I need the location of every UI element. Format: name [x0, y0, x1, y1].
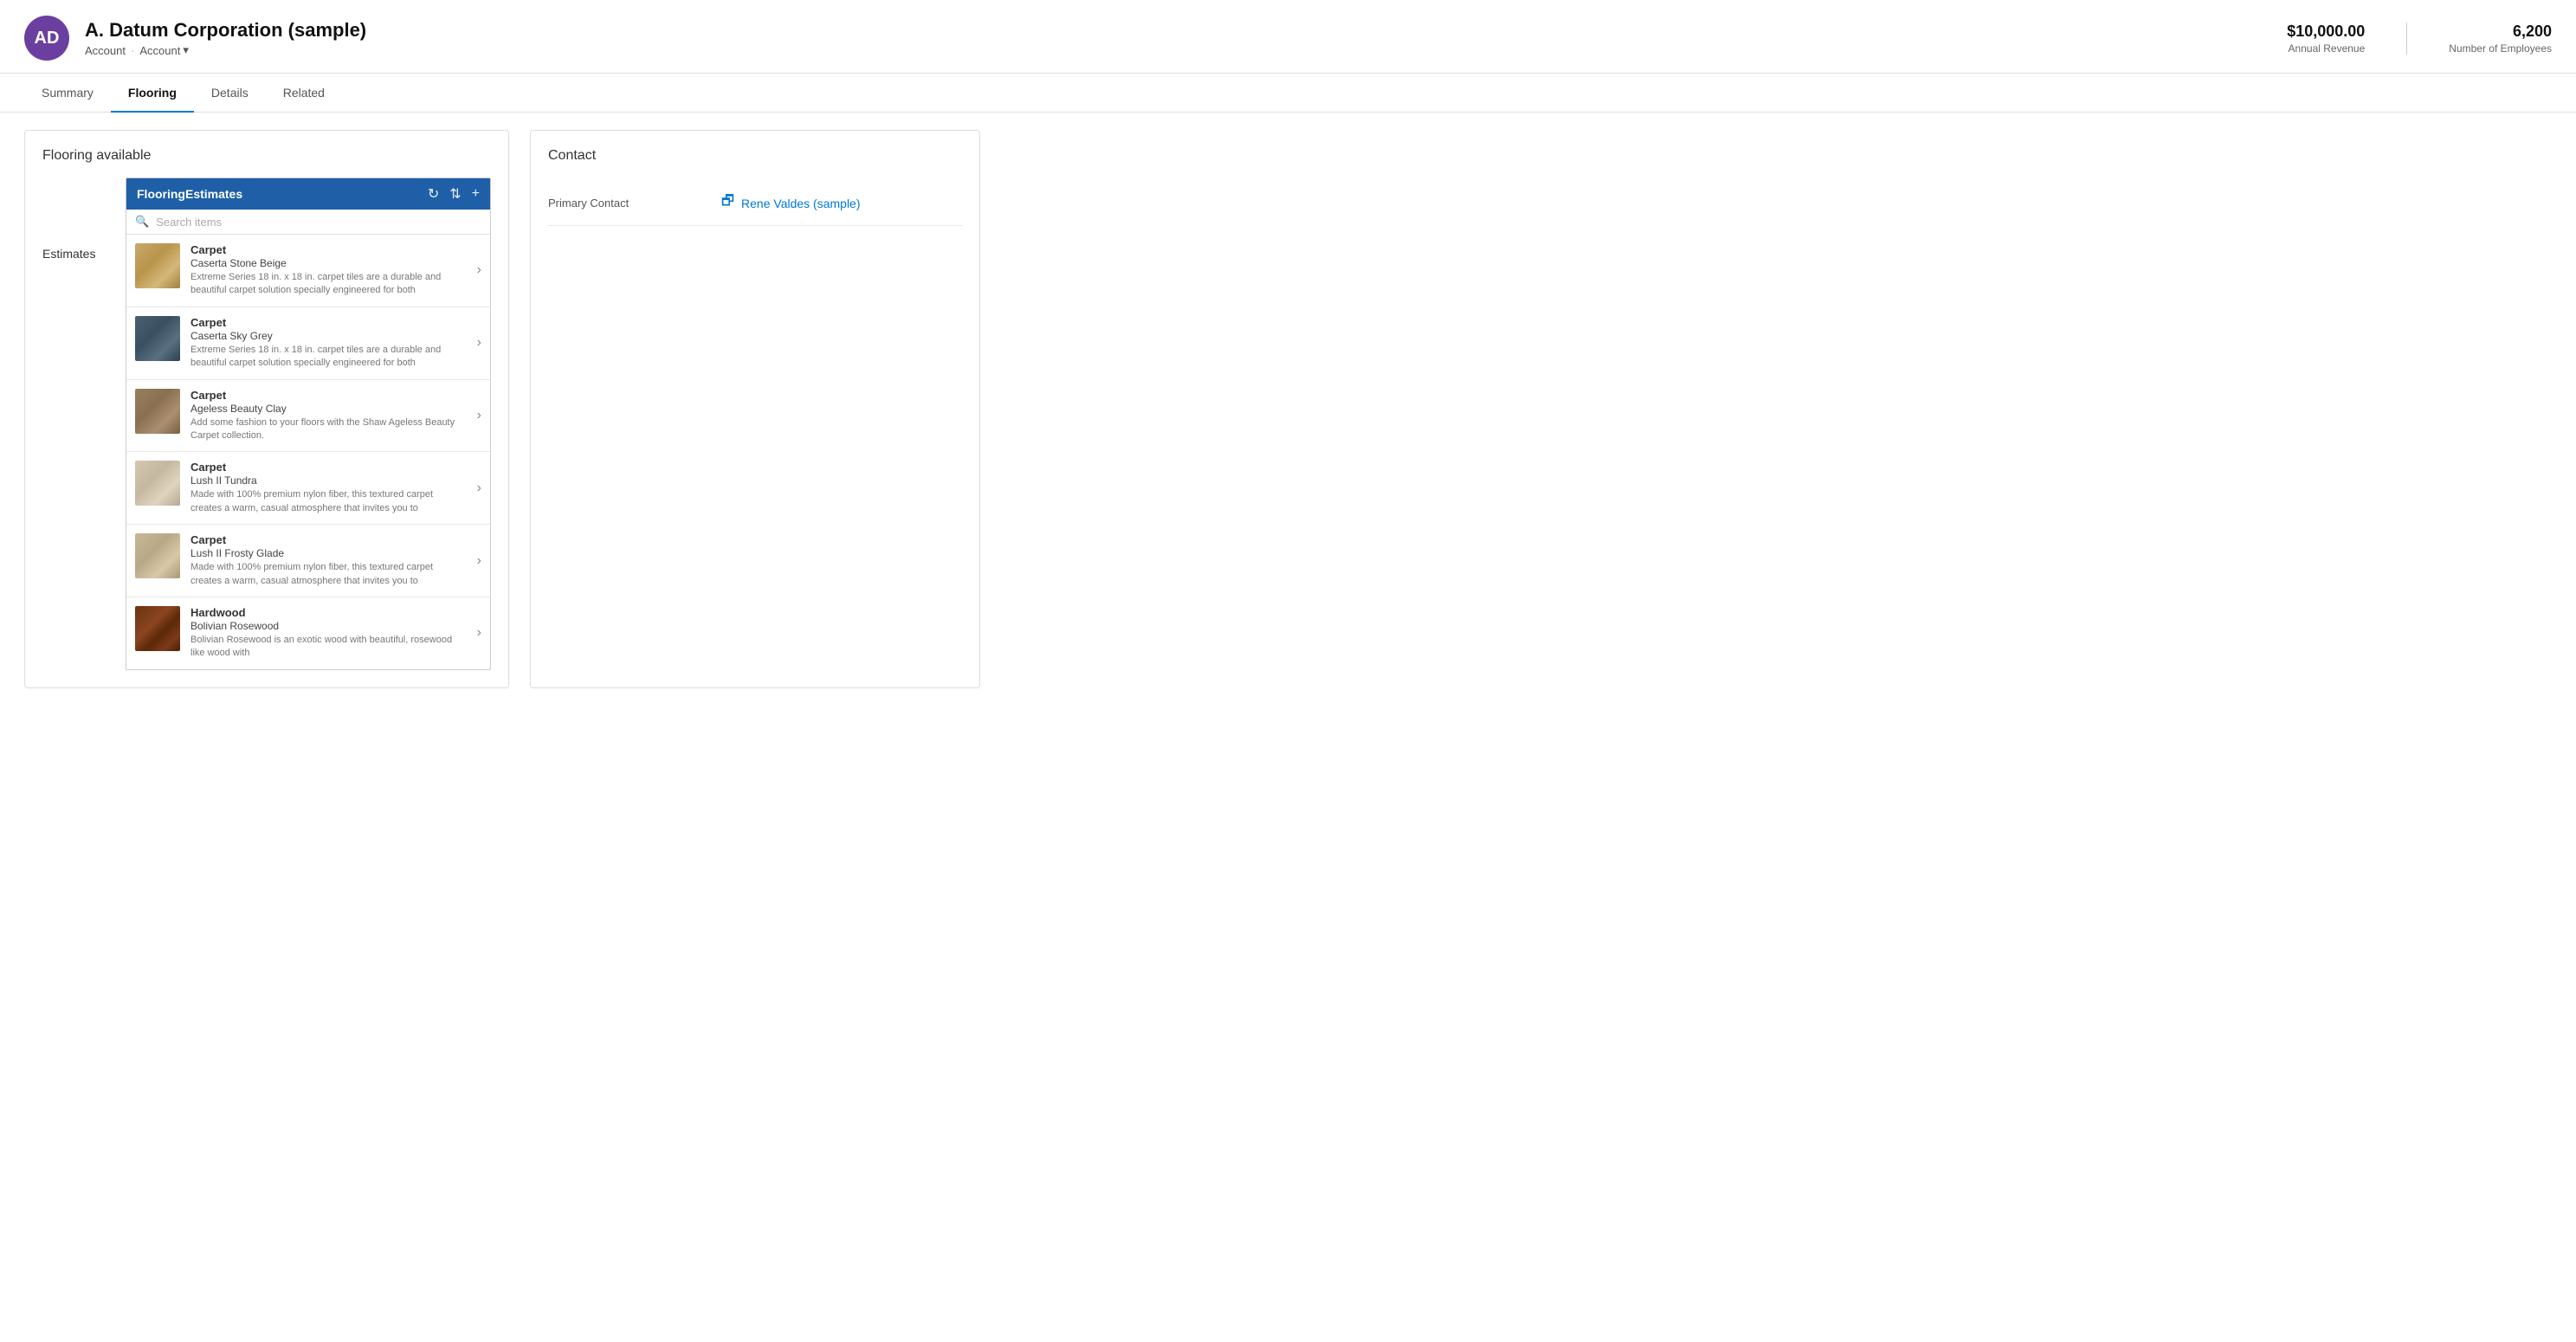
primary-contact-row: Primary Contact 🗗 Rene Valdes (sample) [548, 181, 962, 226]
item-description: Bolivian Rosewood is an exotic wood with… [190, 634, 467, 661]
tab-flooring[interactable]: Flooring [111, 74, 194, 112]
employees-label: Number of Employees [2449, 42, 2552, 55]
annual-revenue-stat: $10,000.00 Annual Revenue [2287, 23, 2365, 55]
flooring-inner: Estimates FlooringEstimates ↻ ⇅ + 🔍 [42, 177, 491, 670]
item-thumbnail [135, 461, 180, 506]
flooring-list-item[interactable]: Carpet Lush II Frosty Glade Made with 10… [126, 525, 490, 597]
item-name: Lush II Tundra [190, 474, 467, 487]
company-name: A. Datum Corporation (sample) [85, 19, 366, 42]
item-category: Carpet [190, 316, 467, 329]
item-description: Made with 100% premium nylon fiber, this… [190, 561, 467, 588]
thumbnail-image [135, 461, 180, 506]
avatar: AD [24, 16, 69, 61]
thumbnail-image [135, 533, 180, 578]
item-category: Hardwood [190, 606, 467, 619]
primary-contact-name: Rene Valdes (sample) [741, 197, 860, 210]
item-thumbnail [135, 533, 180, 578]
sort-icon[interactable]: ⇅ [449, 185, 461, 203]
flooring-list-item[interactable]: Carpet Ageless Beauty Clay Add some fash… [126, 380, 490, 453]
chevron-right-icon: › [477, 461, 481, 515]
add-icon[interactable]: + [472, 186, 480, 202]
chevron-right-icon: › [477, 606, 481, 661]
tab-details[interactable]: Details [194, 74, 266, 112]
search-icon: 🔍 [135, 215, 149, 229]
flooring-list-item[interactable]: Carpet Lush II Tundra Made with 100% pre… [126, 452, 490, 525]
chevron-right-icon: › [477, 243, 481, 298]
estimates-label: Estimates [42, 177, 112, 670]
item-content: Carpet Caserta Sky Grey Extreme Series 1… [190, 316, 467, 371]
item-content: Carpet Ageless Beauty Clay Add some fash… [190, 389, 467, 443]
chevron-down-icon: ▾ [183, 43, 189, 57]
item-thumbnail [135, 316, 180, 361]
item-content: Carpet Caserta Stone Beige Extreme Serie… [190, 243, 467, 298]
item-name: Caserta Sky Grey [190, 330, 467, 342]
chevron-right-icon: › [477, 533, 481, 588]
contact-panel-title: Contact [548, 148, 962, 164]
header-info: A. Datum Corporation (sample) Account · … [85, 19, 366, 57]
item-name: Bolivian Rosewood [190, 620, 467, 632]
breadcrumb: Account · Account ▾ [85, 43, 366, 57]
employees-stat: 6,200 Number of Employees [2449, 23, 2552, 55]
item-category: Carpet [190, 389, 467, 402]
thumbnail-image [135, 389, 180, 434]
list-header-bar: FlooringEstimates ↻ ⇅ + [126, 178, 490, 210]
search-bar: 🔍 [126, 210, 490, 235]
primary-contact-value[interactable]: 🗗 Rene Valdes (sample) [721, 191, 861, 215]
item-description: Add some fashion to your floors with the… [190, 416, 467, 443]
flooring-list-item[interactable]: Carpet Caserta Stone Beige Extreme Serie… [126, 235, 490, 307]
thumbnail-image [135, 316, 180, 361]
item-description: Extreme Series 18 in. x 18 in. carpet ti… [190, 271, 467, 298]
tab-summary[interactable]: Summary [24, 74, 111, 112]
item-category: Carpet [190, 533, 467, 546]
breadcrumb-account1[interactable]: Account [85, 44, 126, 57]
thumbnail-image [135, 243, 180, 288]
flooring-list-item[interactable]: Carpet Caserta Sky Grey Extreme Series 1… [126, 307, 490, 380]
breadcrumb-dot: · [131, 44, 134, 57]
flooring-list-container: FlooringEstimates ↻ ⇅ + 🔍 [126, 177, 491, 670]
flooring-list-item[interactable]: Hardwood Bolivian Rosewood Bolivian Rose… [126, 597, 490, 669]
item-thumbnail [135, 389, 180, 434]
primary-contact-label: Primary Contact [548, 197, 721, 210]
item-description: Made with 100% premium nylon fiber, this… [190, 488, 467, 515]
item-thumbnail [135, 243, 180, 288]
stat-divider [2406, 23, 2407, 55]
item-thumbnail [135, 606, 180, 651]
item-name: Ageless Beauty Clay [190, 403, 467, 415]
contact-person-icon: 🗗 [721, 191, 734, 215]
header-stats: $10,000.00 Annual Revenue 6,200 Number o… [2287, 23, 2552, 55]
app-header: AD A. Datum Corporation (sample) Account… [0, 0, 2576, 74]
employees-value: 6,200 [2449, 23, 2552, 41]
flooring-items-list: Carpet Caserta Stone Beige Extreme Serie… [126, 235, 490, 669]
list-header-actions: ↻ ⇅ + [428, 185, 480, 203]
flooring-panel: Flooring available Estimates FlooringEst… [24, 130, 509, 688]
thumbnail-image [135, 606, 180, 651]
item-name: Lush II Frosty Glade [190, 547, 467, 559]
breadcrumb-account2[interactable]: Account ▾ [139, 43, 189, 57]
tab-bar: Summary Flooring Details Related [0, 74, 2576, 113]
item-content: Hardwood Bolivian Rosewood Bolivian Rose… [190, 606, 467, 661]
main-content: Flooring available Estimates FlooringEst… [0, 113, 2576, 706]
annual-revenue-value: $10,000.00 [2287, 23, 2365, 41]
tab-related[interactable]: Related [266, 74, 342, 112]
item-description: Extreme Series 18 in. x 18 in. carpet ti… [190, 344, 467, 371]
annual-revenue-label: Annual Revenue [2287, 42, 2365, 55]
header-left: AD A. Datum Corporation (sample) Account… [24, 16, 366, 61]
item-category: Carpet [190, 461, 467, 474]
item-content: Carpet Lush II Frosty Glade Made with 10… [190, 533, 467, 588]
chevron-right-icon: › [477, 389, 481, 443]
flooring-panel-title: Flooring available [42, 148, 491, 164]
item-content: Carpet Lush II Tundra Made with 100% pre… [190, 461, 467, 515]
search-input[interactable] [156, 216, 481, 229]
refresh-icon[interactable]: ↻ [428, 185, 439, 203]
contact-panel: Contact Primary Contact 🗗 Rene Valdes (s… [530, 130, 980, 688]
item-name: Caserta Stone Beige [190, 257, 467, 269]
item-category: Carpet [190, 243, 467, 256]
list-header-title: FlooringEstimates [137, 187, 242, 201]
chevron-right-icon: › [477, 316, 481, 371]
